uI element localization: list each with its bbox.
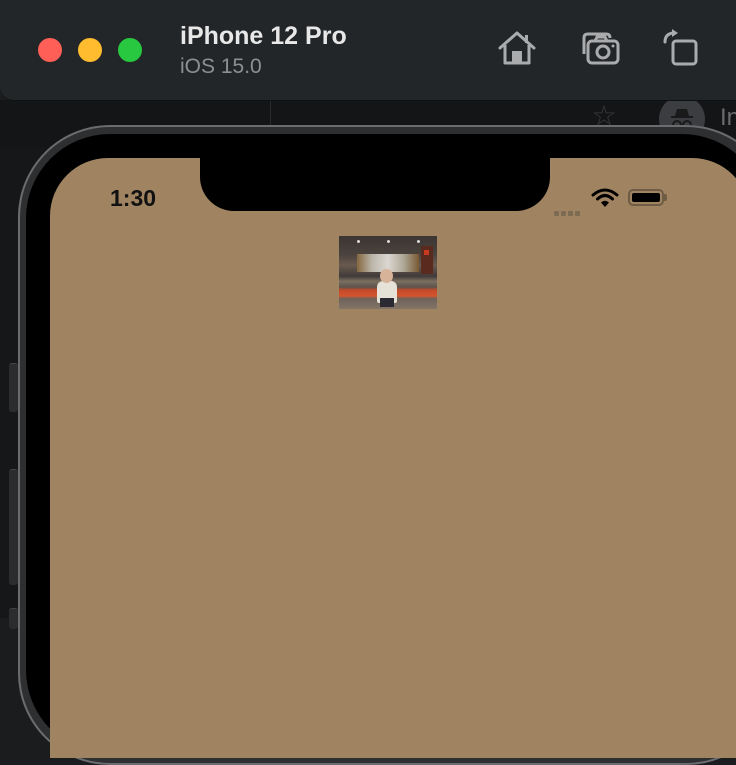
screenshot-icon	[582, 32, 620, 65]
phone-screen[interactable]: 1:30	[50, 158, 736, 758]
child-photo	[339, 236, 437, 309]
screenshot-button[interactable]	[578, 28, 620, 70]
maximize-window-button[interactable]	[118, 38, 142, 62]
rotate-button[interactable]	[660, 28, 702, 70]
volume-up-button	[9, 469, 18, 585]
minimize-window-button[interactable]	[78, 38, 102, 62]
incognito-label: In	[720, 104, 736, 131]
wifi-icon	[591, 188, 619, 207]
photo-child-legs	[380, 298, 394, 307]
status-time: 1:30	[110, 185, 157, 211]
home-button[interactable]	[496, 28, 538, 70]
mute-switch	[9, 363, 18, 412]
photo-child-head	[380, 269, 393, 283]
home-icon	[498, 31, 536, 65]
volume-down-button	[9, 608, 18, 629]
simulator-title-bar: iPhone 12 Pro iOS 15.0	[0, 0, 736, 101]
battery-cap	[664, 194, 667, 201]
notch	[200, 158, 550, 211]
close-window-button[interactable]	[38, 38, 62, 62]
rotate-icon	[663, 29, 698, 66]
cellular-signal-icon	[554, 203, 582, 221]
battery-icon	[628, 189, 664, 206]
os-version: iOS 15.0	[180, 55, 262, 78]
photo-sign	[421, 246, 433, 274]
background-divider	[270, 100, 271, 128]
device-name: iPhone 12 Pro	[180, 22, 347, 50]
